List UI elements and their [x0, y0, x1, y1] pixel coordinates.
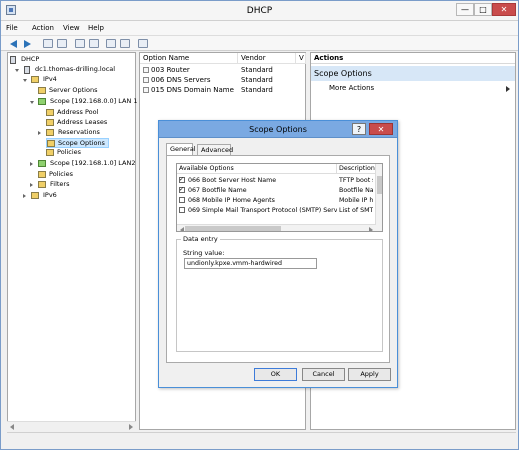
dialog-help-button[interactable]: ? [352, 123, 366, 135]
ipv4-folder-icon [31, 76, 39, 83]
help-icon[interactable] [106, 39, 116, 48]
forward-arrow-icon[interactable] [23, 39, 33, 49]
option-list-row[interactable]: 067 Bootfile Name Bootfile Nan [177, 186, 378, 195]
scroll-right-icon[interactable] [129, 424, 133, 430]
address-leases-icon [46, 119, 54, 126]
chevron-right-icon [506, 86, 510, 92]
server-icon [24, 66, 30, 74]
expand-arrow-icon[interactable] [15, 69, 19, 73]
back-arrow-icon[interactable] [9, 39, 19, 49]
export-list-icon[interactable] [89, 39, 99, 48]
minimize-button[interactable]: — [456, 3, 474, 16]
window-titlebar: DHCP — □ ✕ [1, 1, 518, 21]
option-checkbox[interactable] [179, 177, 185, 183]
menu-file[interactable]: File [6, 24, 18, 32]
actions-header: Actions [311, 53, 515, 64]
data-entry-label: Data entry [181, 235, 220, 243]
collapsed-arrow-icon[interactable] [30, 162, 34, 166]
menu-help[interactable]: Help [88, 24, 104, 32]
option-checkbox[interactable] [179, 207, 185, 213]
options-vertical-scrollbar[interactable] [375, 164, 382, 231]
options-icon[interactable] [138, 39, 148, 48]
scope-options-dialog: Scope Options ? ✕ General Advanced Avail… [158, 120, 398, 388]
option-icon [143, 67, 149, 73]
option-vendor: Standard [241, 66, 273, 74]
tree-horizontal-scrollbar[interactable] [7, 421, 136, 430]
menu-action[interactable]: Action [32, 24, 54, 32]
option-vendor: Standard [241, 76, 273, 84]
column-value[interactable]: V [296, 53, 306, 64]
scope-icon [38, 160, 46, 167]
scrollbar-thumb[interactable] [185, 226, 281, 231]
option-list-row[interactable]: 068 Mobile IP Home Agents Mobile IP h [177, 196, 378, 205]
general-tab-panel: Available Options Description 066 Boot S… [166, 155, 390, 363]
scroll-left-icon[interactable] [10, 424, 14, 430]
expand-arrow-icon[interactable] [23, 79, 27, 83]
tree-scope-options[interactable]: Scope Options [46, 138, 109, 148]
dialog-close-button[interactable]: ✕ [369, 123, 393, 135]
properties-icon[interactable] [120, 39, 130, 48]
actions-section-scope-options[interactable]: Scope Options [311, 66, 515, 81]
scope-icon [38, 98, 46, 105]
column-description[interactable]: Description [337, 164, 376, 174]
tab-general[interactable]: General [166, 143, 196, 155]
option-icon [143, 87, 149, 93]
refresh-icon[interactable] [75, 39, 85, 48]
scope-options-icon [47, 140, 55, 147]
show-hide-console-tree-icon[interactable] [57, 39, 67, 48]
maximize-button[interactable]: □ [474, 3, 492, 16]
filters-icon [38, 181, 46, 188]
dialog-titlebar: Scope Options ? ✕ [159, 121, 397, 138]
collapsed-arrow-icon[interactable] [30, 183, 34, 187]
string-value-input[interactable] [184, 258, 317, 269]
menu-view[interactable]: View [63, 24, 80, 32]
collapsed-arrow-icon[interactable] [38, 131, 42, 135]
column-option-name[interactable]: Option Name [140, 53, 238, 64]
reservations-folder-icon [46, 129, 54, 136]
toolbar [1, 36, 518, 51]
ok-button[interactable]: OK [254, 368, 297, 381]
scroll-left-icon[interactable] [180, 227, 184, 231]
scrollbar-thumb[interactable] [377, 176, 382, 194]
option-checkbox[interactable] [179, 187, 185, 193]
more-actions-link[interactable]: More Actions [329, 84, 374, 92]
cancel-button[interactable]: Cancel [302, 368, 345, 381]
up-folder-icon[interactable] [43, 39, 53, 48]
column-available-options[interactable]: Available Options [177, 164, 337, 174]
column-vendor[interactable]: Vendor [238, 53, 296, 64]
ipv6-folder-icon [31, 192, 39, 199]
status-bar [7, 432, 516, 446]
apply-button[interactable]: Apply [348, 368, 391, 381]
collapsed-arrow-icon[interactable] [23, 194, 27, 198]
option-row[interactable]: 015 DNS Domain Name [143, 86, 234, 95]
options-horizontal-scrollbar[interactable] [177, 224, 376, 231]
window-title: DHCP [246, 6, 273, 16]
option-list-row[interactable]: 066 Boot Server Host Name TFTP boot s [177, 176, 378, 185]
policies-icon [38, 171, 46, 178]
dhcp-window: DHCP — □ ✕ File Action View Help DHCP dc… [0, 0, 519, 450]
option-icon [143, 77, 149, 83]
data-entry-group: Data entry String value: [176, 235, 383, 352]
console-tree-panel: DHCP dc1.thomas-drilling.local IPv4 Serv… [7, 52, 138, 430]
dhcp-icon [10, 56, 16, 64]
option-checkbox[interactable] [179, 197, 185, 203]
option-vendor: Standard [241, 86, 273, 94]
server-options-icon [38, 87, 46, 94]
address-pool-icon [46, 109, 54, 116]
policies-icon [46, 149, 54, 156]
option-row[interactable]: 006 DNS Servers [143, 76, 210, 85]
string-value-label: String value: [183, 249, 225, 257]
menu-bar: File Action View Help [1, 21, 518, 36]
expand-arrow-icon[interactable] [30, 101, 34, 105]
option-row[interactable]: 003 Router [143, 66, 190, 75]
available-options-list[interactable]: Available Options Description 066 Boot S… [176, 163, 383, 232]
close-button[interactable]: ✕ [492, 3, 516, 16]
option-list-row[interactable]: 069 Simple Mail Transport Protocol (SMTP… [177, 206, 378, 215]
tab-advanced[interactable]: Advanced [197, 144, 233, 155]
scroll-right-icon[interactable] [369, 227, 373, 231]
